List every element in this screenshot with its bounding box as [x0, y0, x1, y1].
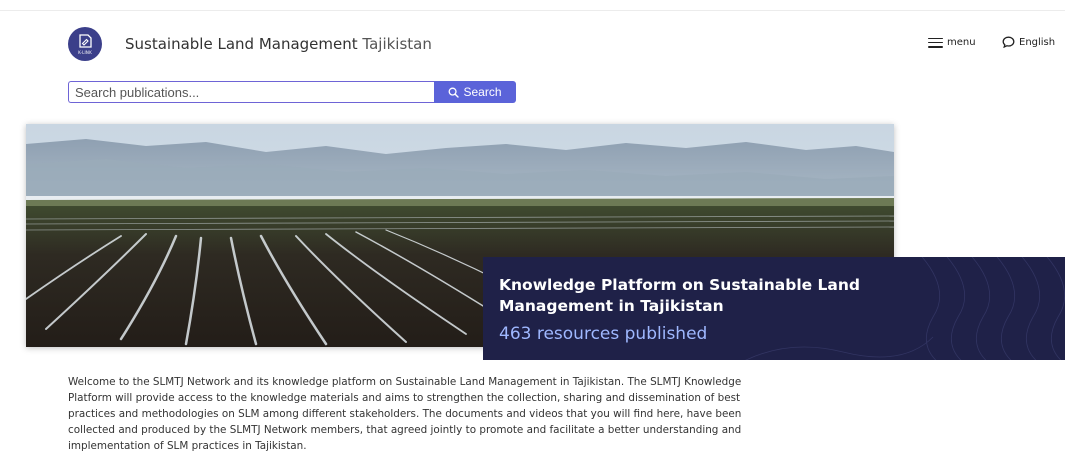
logo-mark-icon — [79, 34, 92, 48]
intro-paragraph: Welcome to the SLMTJ Network and its kno… — [68, 376, 742, 452]
menu-label: menu — [947, 37, 976, 48]
site-title-sub: Tajikistan — [362, 35, 432, 53]
site-title-main: Sustainable Land Management — [125, 35, 358, 53]
platform-info-card: Knowledge Platform on Sustainable Land M… — [483, 257, 1065, 360]
k-link-logo[interactable]: K-LINK — [68, 27, 102, 61]
search-button-label: Search — [463, 85, 502, 99]
search-bar: Search — [68, 81, 516, 103]
search-icon — [449, 87, 460, 98]
hamburger-icon — [928, 37, 943, 48]
search-input[interactable] — [68, 81, 434, 103]
menu-button[interactable]: menu — [928, 37, 976, 48]
language-label: English — [1019, 36, 1056, 48]
language-button[interactable]: English — [1002, 36, 1055, 48]
site-title[interactable]: Sustainable Land Management Tajikistan — [125, 35, 432, 53]
platform-title: Knowledge Platform on Sustainable Land M… — [499, 276, 861, 315]
search-button[interactable]: Search — [434, 81, 516, 103]
speech-bubble-icon — [1002, 36, 1015, 48]
logo-text: K-LINK — [78, 50, 92, 55]
resources-count: 463 resources published — [499, 324, 708, 344]
top-divider — [0, 10, 1065, 11]
